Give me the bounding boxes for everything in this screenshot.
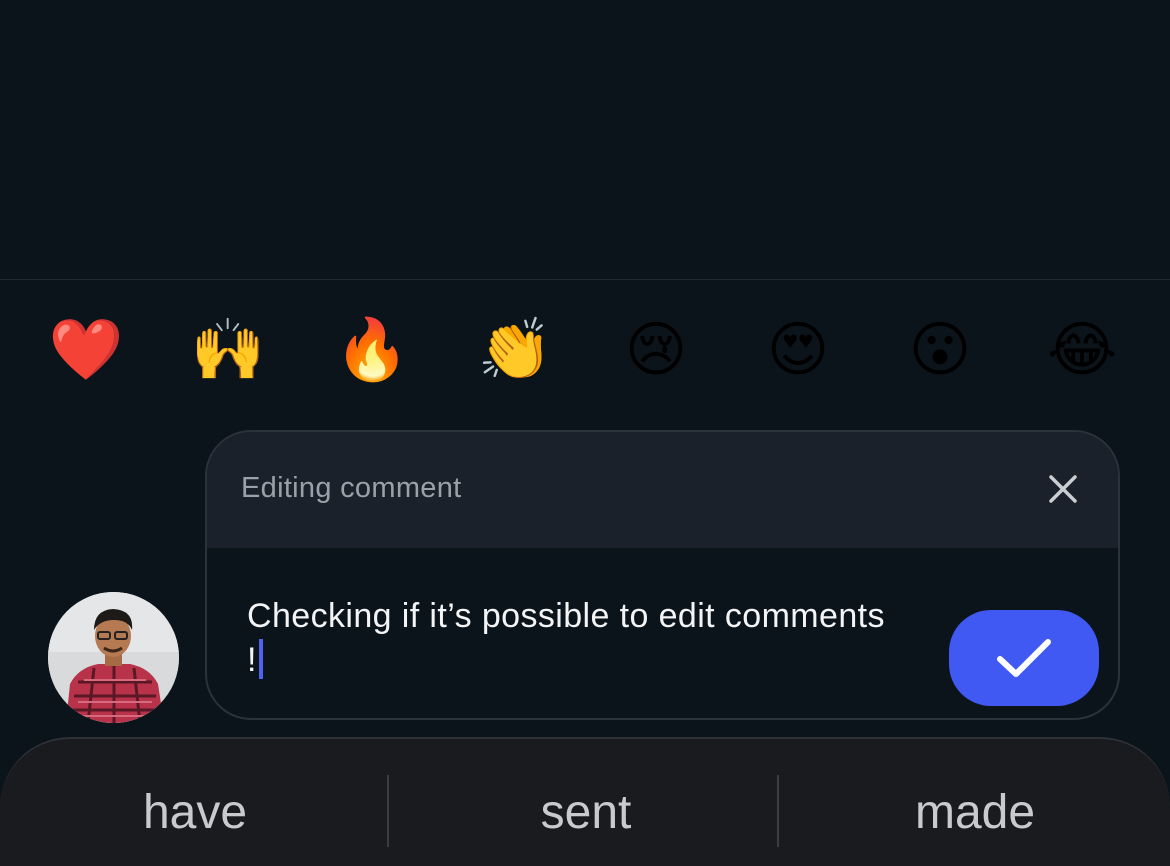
tears-of-joy-icon[interactable]: 😂	[1044, 312, 1120, 388]
editor-title: Editing comment	[241, 472, 462, 504]
avatar	[48, 592, 179, 723]
raised-hands-icon[interactable]: 🙌	[190, 312, 266, 388]
close-icon	[1049, 475, 1077, 503]
keyboard-suggestion-bar: have sent made	[0, 737, 1170, 866]
suggestion-have[interactable]: have	[5, 785, 385, 840]
suggestion-divider	[387, 775, 389, 847]
save-comment-button[interactable]	[949, 610, 1099, 706]
text-caret	[258, 639, 263, 679]
comment-edit-screen: ❤️ 🙌 🔥 👏 😢 😍 😮 😂 Editing comment Checkin…	[0, 0, 1170, 866]
checkmark-icon	[997, 639, 1051, 677]
suggestion-sent[interactable]: sent	[396, 785, 776, 840]
divider	[0, 279, 1170, 280]
clapping-hands-icon[interactable]: 👏	[477, 312, 553, 388]
crying-face-icon[interactable]: 😢	[618, 312, 694, 388]
suggestion-made[interactable]: made	[785, 785, 1165, 840]
suggestion-divider	[777, 775, 779, 847]
content-area	[0, 0, 1170, 279]
close-button[interactable]	[1046, 472, 1080, 506]
surprised-face-icon[interactable]: 😮	[902, 312, 978, 388]
comment-editor: Editing comment Checking if it’s possibl…	[205, 430, 1120, 720]
heart-eyes-icon[interactable]: 😍	[760, 312, 836, 388]
comment-input-text: Checking if it’s possible to edit commen…	[247, 597, 885, 679]
reaction-bar: ❤️ 🙌 🔥 👏 😢 😍 😮 😂	[0, 312, 1170, 388]
editor-header: Editing comment	[207, 432, 1118, 548]
heart-icon[interactable]: ❤️	[48, 312, 124, 388]
comment-input[interactable]: Checking if it’s possible to edit commen…	[247, 594, 887, 682]
fire-icon[interactable]: 🔥	[334, 312, 410, 388]
user-photo	[48, 592, 179, 723]
